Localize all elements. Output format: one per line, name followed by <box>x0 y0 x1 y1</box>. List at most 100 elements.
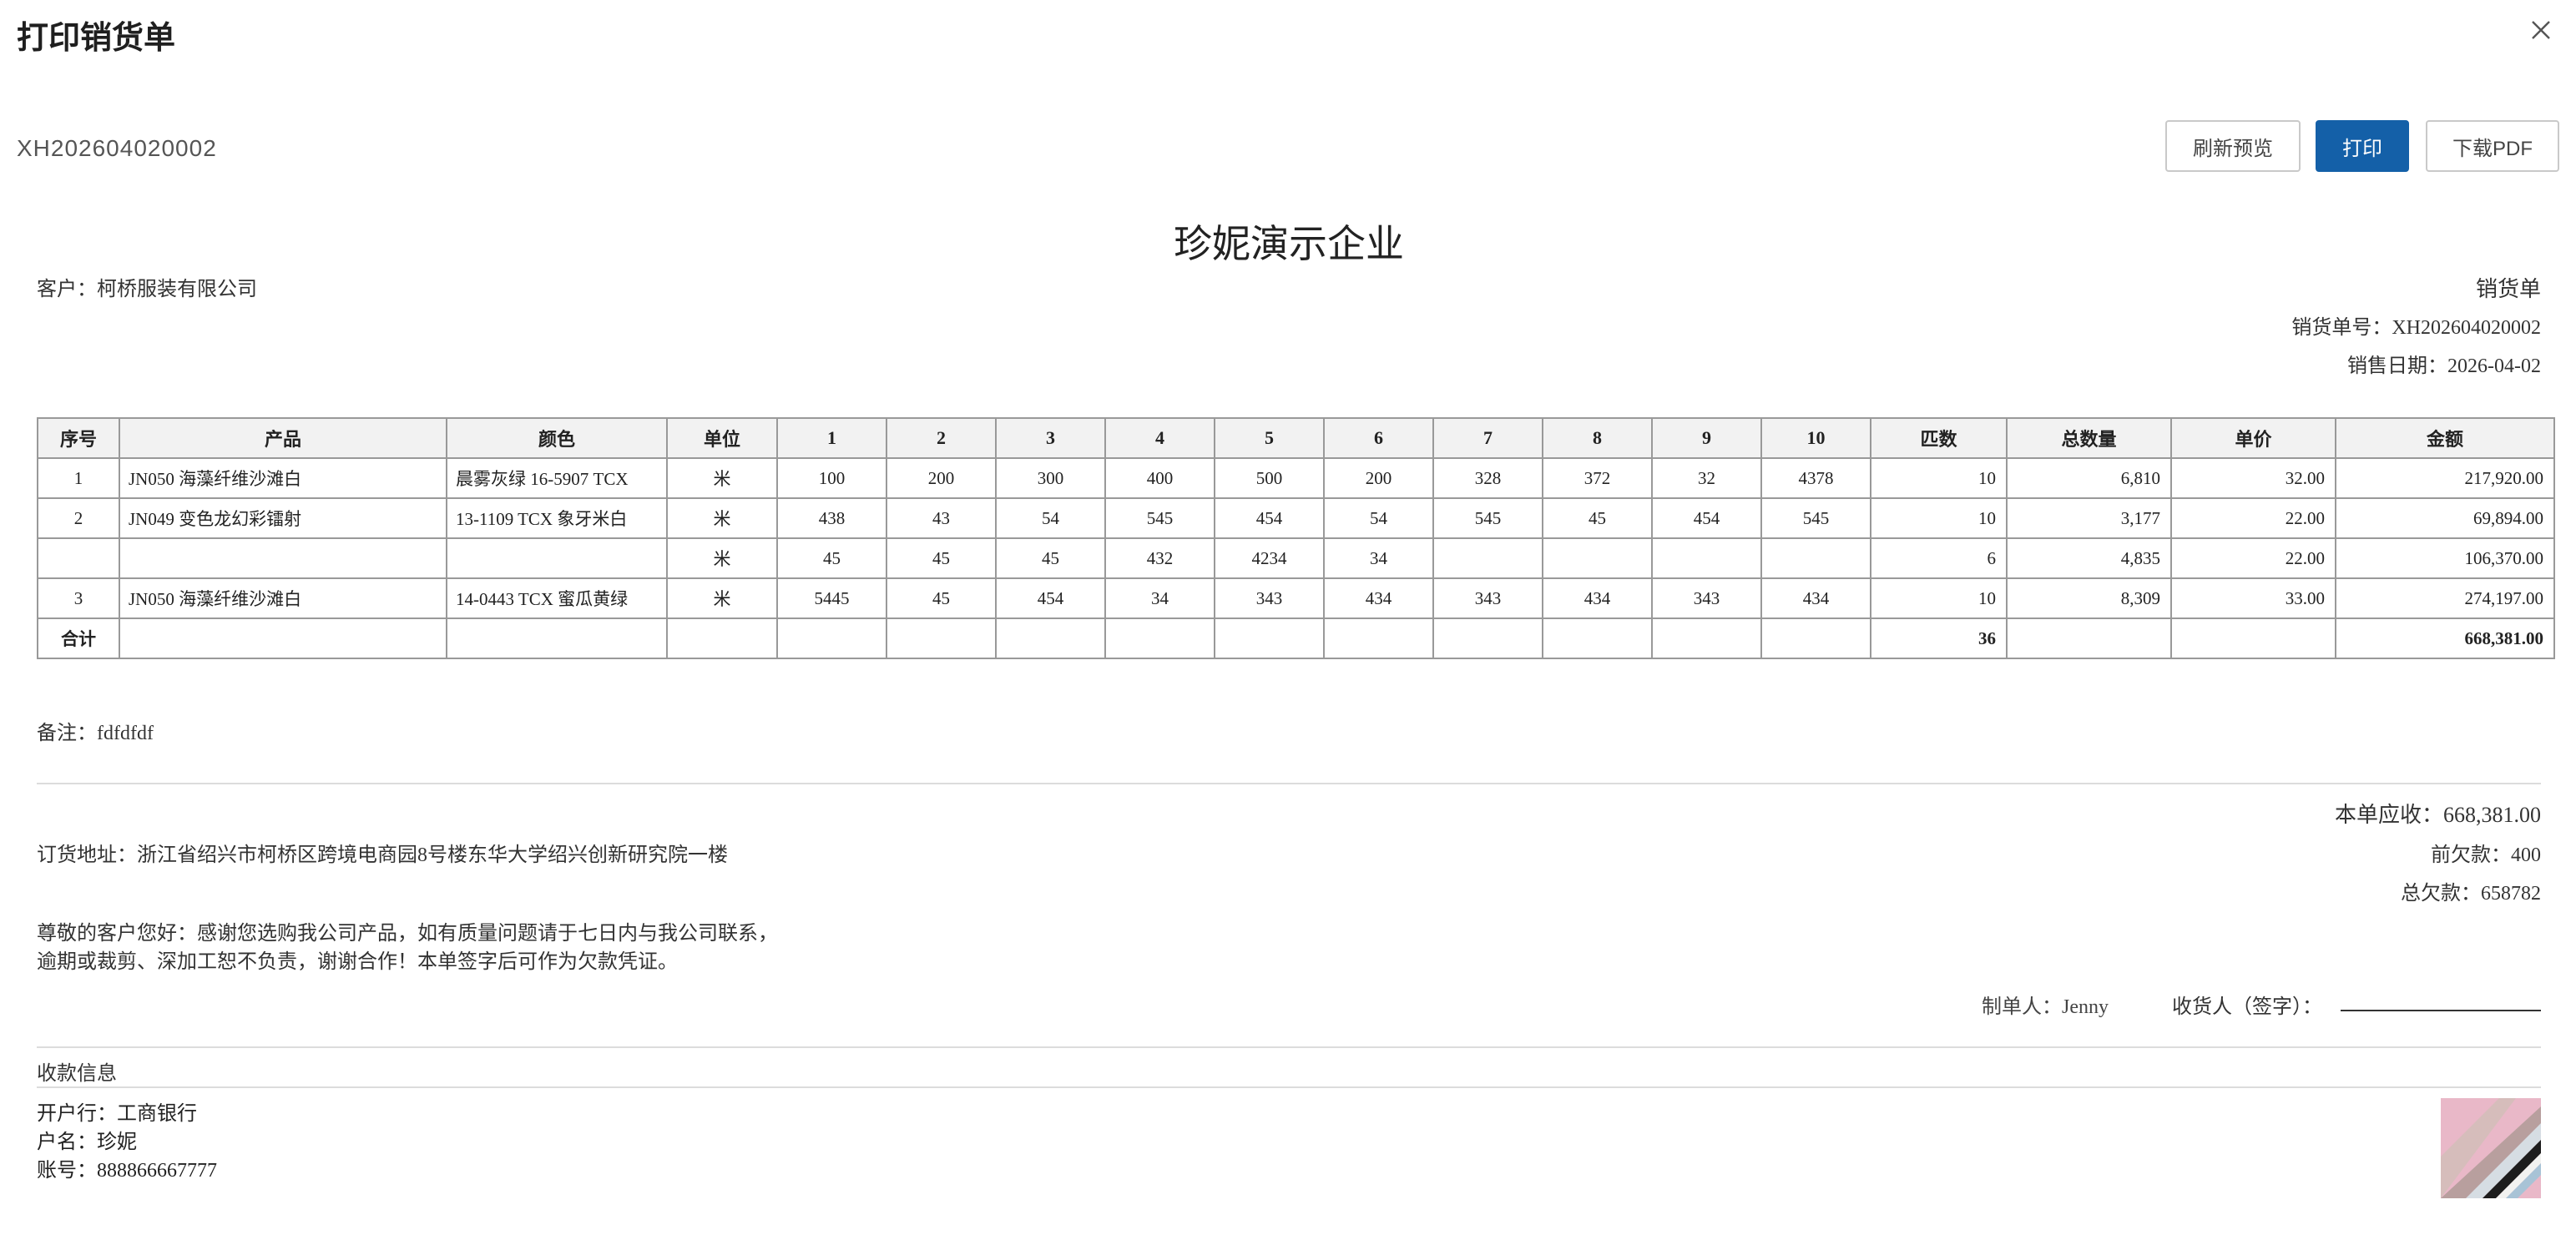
table-cell: 432 <box>1104 537 1215 579</box>
notice-line: 尊敬的客户您好：感谢您选购我公司产品，如有质量问题请于七日内与我公司联系， <box>37 923 778 945</box>
table-cell: 10 <box>1870 497 2008 539</box>
table-cell <box>446 617 668 659</box>
table-cell <box>119 617 447 659</box>
table-cell: 合计 <box>37 617 120 659</box>
customer-notice: 尊敬的客户您好：感谢您选购我公司产品，如有质量问题请于七日内与我公司联系， 逾期… <box>37 920 778 976</box>
table-cell <box>2006 617 2172 659</box>
table-cell: 274,197.00 <box>2335 577 2555 619</box>
table-cell: 晨雾灰绿 16-5907 TCX <box>446 457 668 499</box>
table-cell <box>1760 537 1871 579</box>
table-cell: 10 <box>1870 457 2008 499</box>
table-cell <box>37 537 120 579</box>
column-header: 总数量 <box>2006 417 2172 459</box>
signature-line <box>2341 1010 2541 1011</box>
table-cell: 372 <box>1542 457 1653 499</box>
table-cell <box>886 617 997 659</box>
column-header: 4 <box>1104 417 1215 459</box>
column-header: 9 <box>1651 417 1762 459</box>
table-cell: 43 <box>886 497 997 539</box>
column-header: 7 <box>1432 417 1543 459</box>
table-cell: 545 <box>1760 497 1871 539</box>
divider <box>37 783 2541 784</box>
table-cell: 1 <box>37 457 120 499</box>
column-header: 金额 <box>2335 417 2555 459</box>
table-cell: 米 <box>666 577 778 619</box>
table-cell: JN050 海藻纤维沙滩白 <box>119 457 447 499</box>
table-cell: 34 <box>1323 537 1434 579</box>
column-header: 6 <box>1323 417 1434 459</box>
document-type: 销货单 <box>2475 277 2541 301</box>
column-header: 产品 <box>119 417 447 459</box>
table-cell <box>1104 617 1215 659</box>
table-cell <box>1323 617 1434 659</box>
table-cell: 434 <box>1542 577 1653 619</box>
table-cell <box>995 617 1106 659</box>
table-cell: JN049 变色龙幻彩镭射 <box>119 497 447 539</box>
divider <box>37 1086 2541 1088</box>
print-button[interactable]: 打印 <box>2316 120 2409 172</box>
table-cell: 668,381.00 <box>2335 617 2555 659</box>
table-cell <box>1542 617 1653 659</box>
table-cell: 33.00 <box>2170 577 2336 619</box>
table-cell: 300 <box>995 457 1106 499</box>
table-cell: 5445 <box>776 577 887 619</box>
download-pdf-button[interactable]: 下载PDF <box>2426 120 2559 172</box>
table-cell: 45 <box>1542 497 1653 539</box>
table-cell: 434 <box>1323 577 1434 619</box>
table-cell: 4234 <box>1214 537 1325 579</box>
table-cell <box>1214 617 1325 659</box>
table-cell: 45 <box>886 537 997 579</box>
table-cell: 6 <box>1870 537 2008 579</box>
company-name: 珍妮演示企业 <box>1174 223 1404 265</box>
customer-label: 客户：柯桥服装有限公司 <box>37 279 257 300</box>
sales-document: 珍妮演示企业 客户：柯桥服装有限公司 销货单 销货单号：XH2026040200… <box>37 209 2555 1235</box>
total-row: 合计 36 668,381.00 <box>37 617 2555 659</box>
table-cell: 6,810 <box>2006 457 2172 499</box>
table-body: 1 JN050 海藻纤维沙滩白 晨雾灰绿 16-5907 TCX 米 100 200 300… <box>37 457 2555 659</box>
table-cell: 545 <box>1432 497 1543 539</box>
close-icon[interactable] <box>2526 15 2556 45</box>
amount-receivable: 本单应收：668,381.00 <box>2334 803 2541 827</box>
table-row: 2 JN049 变色龙幻彩镭射 13-1109 TCX 象牙米白米 438 43 54 54… <box>37 497 2555 539</box>
table-cell: 32.00 <box>2170 457 2336 499</box>
table-cell: 69,894.00 <box>2335 497 2555 539</box>
table-cell: 3 <box>37 577 120 619</box>
table-header-row: 序号 产品 颜色 单位 1 2 3 4 5 6 7 8 9 10 匹数 总数量 单价 金额 <box>37 417 2555 459</box>
table-cell: 438 <box>776 497 887 539</box>
table-cell <box>119 537 447 579</box>
items-table: 序号 产品 颜色 单位 1 2 3 4 5 6 7 8 9 10 匹数 总数量 单价 金额 1 JN050 海藻纤维… <box>37 417 2555 659</box>
document-maker: 制单人：Jenny <box>1982 996 2109 1018</box>
column-header: 10 <box>1760 417 1871 459</box>
refresh-preview-button[interactable]: 刷新预览 <box>2165 120 2301 172</box>
table-row: 米 45 45 45 432 4234 34 6 4,835 22.00 106,370.00 <box>37 537 2555 579</box>
table-cell: 米 <box>666 457 778 499</box>
table-cell: 200 <box>886 457 997 499</box>
remark: 备注：fdfdfdf <box>37 723 154 744</box>
table-cell: 4,835 <box>2006 537 2172 579</box>
table-row: 3 JN050 海藻纤维沙滩白 14-0443 TCX 蜜瓜黄绿米 5445 45 454… <box>37 577 2555 619</box>
table-cell <box>2170 617 2336 659</box>
table-cell: 100 <box>776 457 887 499</box>
dialog-title: 打印销货单 <box>17 21 176 56</box>
table-cell <box>446 537 668 579</box>
column-header: 颜色 <box>446 417 668 459</box>
table-cell: 200 <box>1323 457 1434 499</box>
column-header: 3 <box>995 417 1106 459</box>
table-cell: 545 <box>1104 497 1215 539</box>
payment-info-title: 收款信息 <box>37 1063 117 1085</box>
table-cell: 45 <box>886 577 997 619</box>
table-cell: 2 <box>37 497 120 539</box>
table-cell: 400 <box>1104 457 1215 499</box>
table-cell: 米 <box>666 497 778 539</box>
account-number: 账号：888866667777 <box>37 1160 217 1182</box>
table-cell: 14-0443 TCX 蜜瓜黄绿 <box>446 577 668 619</box>
column-header: 5 <box>1214 417 1325 459</box>
table-cell <box>666 617 778 659</box>
order-number: XH202604020002 <box>17 135 217 161</box>
table-cell: 4378 <box>1760 457 1871 499</box>
account-holder: 户名：珍妮 <box>37 1132 137 1153</box>
table-cell: 45 <box>776 537 887 579</box>
column-header: 单位 <box>666 417 778 459</box>
table-cell: 343 <box>1432 577 1543 619</box>
table-cell <box>1432 617 1543 659</box>
